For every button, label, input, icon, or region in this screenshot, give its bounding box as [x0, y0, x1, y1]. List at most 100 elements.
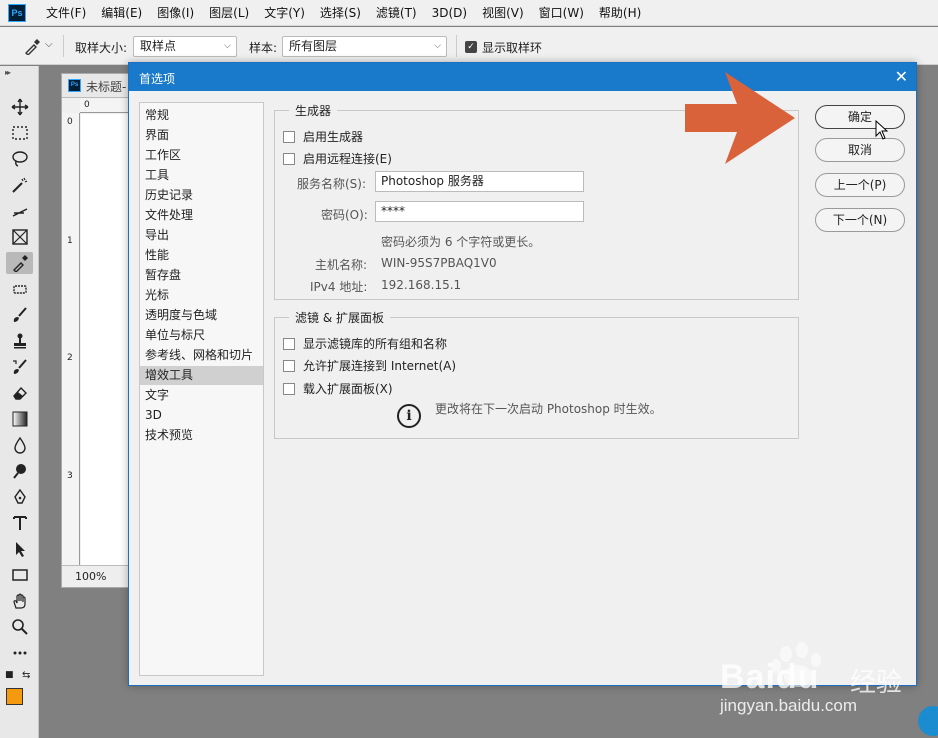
host-name-label: 主机名称: — [315, 258, 368, 272]
show-all-filters-checkbox[interactable] — [283, 337, 295, 350]
ok-button[interactable]: 确定 — [815, 105, 905, 129]
foreground-color-swatch[interactable] — [6, 688, 23, 705]
eyedropper-icon — [12, 255, 28, 272]
host-name-value: WIN-95S7PBAQ1V0 — [381, 256, 497, 270]
service-name-input[interactable]: Photoshop 服务器 — [375, 171, 584, 192]
menu-view[interactable]: 视图(V) — [482, 4, 524, 21]
menu-edit[interactable]: 编辑(E) — [101, 4, 142, 21]
magic-wand-icon — [11, 177, 27, 193]
more-icon — [13, 651, 26, 655]
filters-extensions-group: 滤镜 & 扩展面板 显示滤镜库的所有组和名称 允许扩展连接到 Internet(… — [274, 309, 799, 439]
category-3d[interactable]: 3D — [140, 406, 263, 425]
panel-grip-icon[interactable]: ▸▸ — [5, 68, 11, 77]
zoom-tool[interactable] — [6, 616, 33, 638]
menu-image[interactable]: 图像(I) — [157, 4, 194, 21]
zoom-level[interactable]: 100% — [75, 570, 106, 583]
default-colors-icon[interactable]: ■ — [5, 670, 14, 680]
enable-generator-label: 启用生成器 — [303, 130, 364, 144]
category-scratch-disks[interactable]: 暂存盘 — [140, 266, 263, 285]
previous-button[interactable]: 上一个(P) — [815, 173, 905, 197]
category-technology-previews[interactable]: 技术预览 — [140, 426, 263, 445]
eraser-tool[interactable] — [6, 382, 33, 404]
gradient-tool[interactable] — [6, 408, 33, 430]
menu-3d[interactable]: 3D(D) — [432, 6, 467, 20]
history-brush-tool[interactable] — [6, 356, 33, 378]
category-type[interactable]: 文字 — [140, 386, 263, 405]
enable-generator-row[interactable]: 启用生成器 — [283, 128, 363, 145]
load-panels-checkbox[interactable] — [283, 382, 295, 395]
cancel-button[interactable]: 取消 — [815, 138, 905, 162]
crop-tool[interactable] — [6, 200, 33, 222]
arrow-pointer-icon — [15, 542, 25, 557]
allow-extensions-row[interactable]: 允许扩展连接到 Internet(A) — [283, 357, 456, 374]
sample-size-select[interactable]: 取样点 ⌵ — [133, 36, 237, 57]
healing-brush-tool[interactable] — [6, 278, 33, 300]
path-selection-tool[interactable] — [6, 538, 33, 560]
frame-tool[interactable] — [6, 226, 33, 248]
sample-select[interactable]: 所有图层 ⌵ — [282, 36, 447, 57]
menu-filter[interactable]: 滤镜(T) — [376, 4, 417, 21]
menu-layer[interactable]: 图层(L) — [209, 4, 249, 21]
password-input[interactable]: **** — [375, 201, 584, 222]
enable-remote-checkbox[interactable] — [283, 152, 295, 165]
category-plugins[interactable]: 增效工具 — [140, 366, 263, 385]
category-file-handling[interactable]: 文件处理 — [140, 206, 263, 225]
menu-window[interactable]: 窗口(W) — [539, 4, 584, 21]
options-bar: ⌵ 取样大小: 取样点 ⌵ 样本: 所有图层 ⌵ ✓ 显示取样环 — [0, 27, 938, 65]
category-guides-grid-slices[interactable]: 参考线、网格和切片 — [140, 346, 263, 365]
category-transparency-gamut[interactable]: 透明度与色域 — [140, 306, 263, 325]
eraser-icon — [12, 386, 27, 400]
magic-wand-tool[interactable] — [6, 174, 33, 196]
chevron-down-icon: ⌵ — [224, 41, 231, 51]
magnifier-icon — [11, 619, 28, 635]
pen-tool[interactable] — [6, 486, 33, 508]
load-panels-row[interactable]: 载入扩展面板(X) — [283, 380, 393, 397]
category-cursors[interactable]: 光标 — [140, 286, 263, 305]
category-export[interactable]: 导出 — [140, 226, 263, 245]
show-ring-checkbox[interactable]: ✓ — [465, 41, 477, 53]
baidu-watermark: Baidu 经验 jingyan.baidu.com — [720, 640, 938, 738]
show-all-filters-label: 显示滤镜库的所有组和名称 — [303, 337, 448, 351]
menu-type[interactable]: 文字(Y) — [264, 4, 305, 21]
type-tool[interactable] — [6, 512, 33, 534]
category-performance[interactable]: 性能 — [140, 246, 263, 265]
category-tools[interactable]: 工具 — [140, 166, 263, 185]
allow-extensions-label: 允许扩展连接到 Internet(A) — [303, 359, 457, 373]
hand-tool[interactable] — [6, 590, 33, 612]
vertical-ruler: 0 1 2 3 — [62, 113, 80, 565]
category-interface[interactable]: 界面 — [140, 126, 263, 145]
move-tool[interactable] — [6, 96, 33, 118]
restart-note: 更改将在下一次启动 Photoshop 时生效。 — [435, 402, 662, 416]
rectangle-tool[interactable] — [6, 564, 33, 586]
ruler-tick-label: 0 — [84, 100, 90, 110]
eyedropper-icon[interactable] — [22, 37, 42, 55]
category-general[interactable]: 常规 — [140, 106, 263, 125]
chevron-down-icon: ⌵ — [434, 41, 441, 51]
clone-stamp-tool[interactable] — [6, 330, 33, 352]
category-history-log[interactable]: 历史记录 — [140, 186, 263, 205]
next-button[interactable]: 下一个(N) — [815, 208, 905, 232]
category-workspace[interactable]: 工作区 — [140, 146, 263, 165]
menu-file[interactable]: 文件(F) — [46, 4, 86, 21]
dodge-tool[interactable] — [6, 460, 33, 482]
enable-generator-checkbox[interactable] — [283, 130, 295, 143]
category-units-rulers[interactable]: 单位与标尺 — [140, 326, 263, 345]
close-icon[interactable]: ✕ — [895, 67, 908, 86]
allow-extensions-checkbox[interactable] — [283, 359, 295, 372]
show-all-filters-row[interactable]: 显示滤镜库的所有组和名称 — [283, 335, 447, 352]
password-label: 密码(O): — [321, 208, 368, 222]
dialog-titlebar[interactable]: 首选项 ✕ — [129, 63, 916, 91]
menu-help[interactable]: 帮助(H) — [599, 4, 641, 21]
blur-tool[interactable] — [6, 434, 33, 456]
lasso-tool[interactable] — [6, 148, 33, 170]
menu-select[interactable]: 选择(S) — [320, 4, 361, 21]
more-tools[interactable] — [6, 642, 33, 664]
swap-colors-icon[interactable]: ⇆ — [22, 670, 30, 681]
enable-remote-row[interactable]: 启用远程连接(E) — [283, 150, 392, 167]
sample-label: 样本: — [249, 41, 278, 55]
brush-tool[interactable] — [6, 304, 33, 326]
chevron-down-icon[interactable]: ⌵ — [45, 39, 53, 50]
marquee-icon — [11, 126, 28, 140]
marquee-tool[interactable] — [6, 122, 33, 144]
eyedropper-tool[interactable] — [6, 252, 33, 274]
